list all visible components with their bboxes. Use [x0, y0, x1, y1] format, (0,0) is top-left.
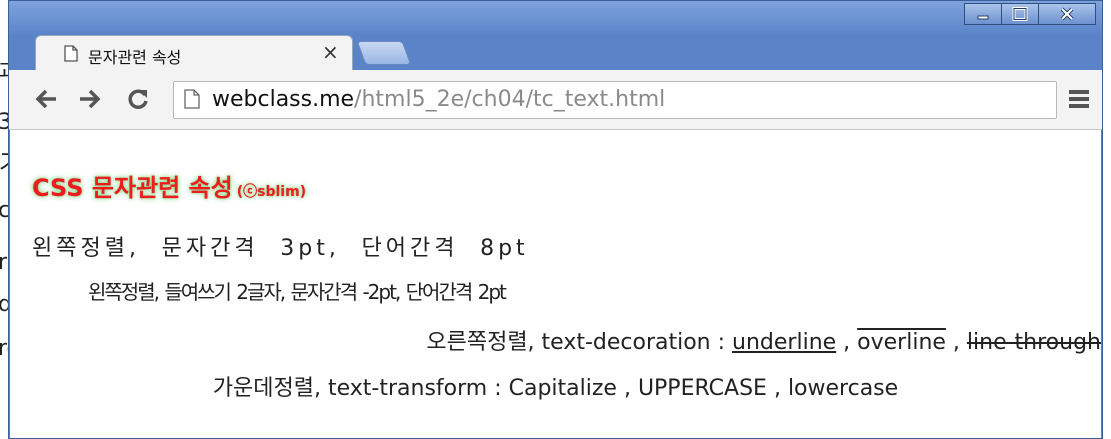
menu-icon	[1069, 90, 1089, 108]
url-path: /html5_2e/ch04/tc_text.html	[354, 87, 666, 112]
minimize-icon	[977, 15, 989, 20]
maximize-icon	[1012, 7, 1028, 21]
reload-button[interactable]	[123, 84, 153, 114]
page-heading: CSS 문자관련 속성 (ⓒsblim)	[32, 168, 306, 203]
underline-sample: underline	[732, 330, 837, 355]
heading-title: CSS 문자관련 속성	[32, 174, 233, 202]
window-controls	[964, 3, 1096, 25]
maximize-button[interactable]	[1001, 3, 1039, 25]
separator: ,	[945, 330, 967, 355]
text-line-indent: 왼쪽정렬, 들여쓰기 2글자, 문자간격 -2pt, 단어간격 2pt	[88, 280, 507, 304]
menu-button[interactable]	[1067, 87, 1091, 111]
title-bar	[9, 1, 1102, 35]
url-text[interactable]: webclass.me/html5_2e/ch04/tc_text.html	[212, 87, 665, 112]
separator: ,	[616, 376, 638, 401]
separator: ,	[766, 376, 788, 401]
uppercase-sample: UPPERCASE	[637, 376, 767, 401]
page-icon	[184, 89, 200, 109]
toolbar: webclass.me/html5_2e/ch04/tc_text.html	[9, 70, 1102, 130]
lowercase-sample: lowercase	[787, 376, 899, 401]
minimize-button[interactable]	[964, 3, 1002, 25]
page-content: CSS 문자관련 속성 (ⓒsblim) 왼쪽정렬, 문자간격 3pt, 단어간격…	[10, 130, 1101, 438]
tab-title: 문자관련 속성	[88, 48, 182, 67]
transform-prefix: 가운데정렬, text-transform :	[212, 376, 509, 401]
back-arrow-icon	[35, 89, 56, 109]
capitalize-sample: Capitalize	[508, 376, 617, 401]
address-bar[interactable]: webclass.me/html5_2e/ch04/tc_text.html	[173, 81, 1057, 119]
tab-active[interactable]: 문자관련 속성 ×	[35, 35, 353, 71]
close-icon	[1060, 7, 1074, 21]
separator: ,	[836, 330, 858, 355]
document-icon	[64, 45, 78, 62]
new-tab-button[interactable]	[356, 41, 412, 65]
text-line-left-spacing: 왼쪽정렬, 문자간격 3pt, 단어간격 8pt	[32, 236, 529, 261]
reload-icon	[128, 89, 148, 109]
forward-arrow-icon	[80, 89, 101, 109]
text-line-decoration: 오른쪽정렬, text-decoration : underline , ove…	[426, 324, 1101, 356]
heading-credit: (ⓒsblim)	[236, 184, 307, 200]
forward-button[interactable]	[75, 84, 105, 114]
text-line-transform: 가운데정렬, text-transform : Capitalize , UPP…	[10, 370, 1101, 402]
line-through-sample: line-through	[966, 330, 1101, 355]
back-button[interactable]	[31, 84, 61, 114]
close-window-button[interactable]	[1038, 3, 1096, 25]
overline-sample: overline	[857, 330, 946, 355]
browser-window: 문자관련 속성 × webclass.me/html5_2e/ch04/tc_t…	[8, 0, 1103, 439]
tab-close-icon[interactable]: ×	[322, 42, 339, 62]
decoration-prefix: 오른쪽정렬, text-decoration :	[426, 330, 733, 355]
url-host: webclass.me	[212, 87, 355, 112]
